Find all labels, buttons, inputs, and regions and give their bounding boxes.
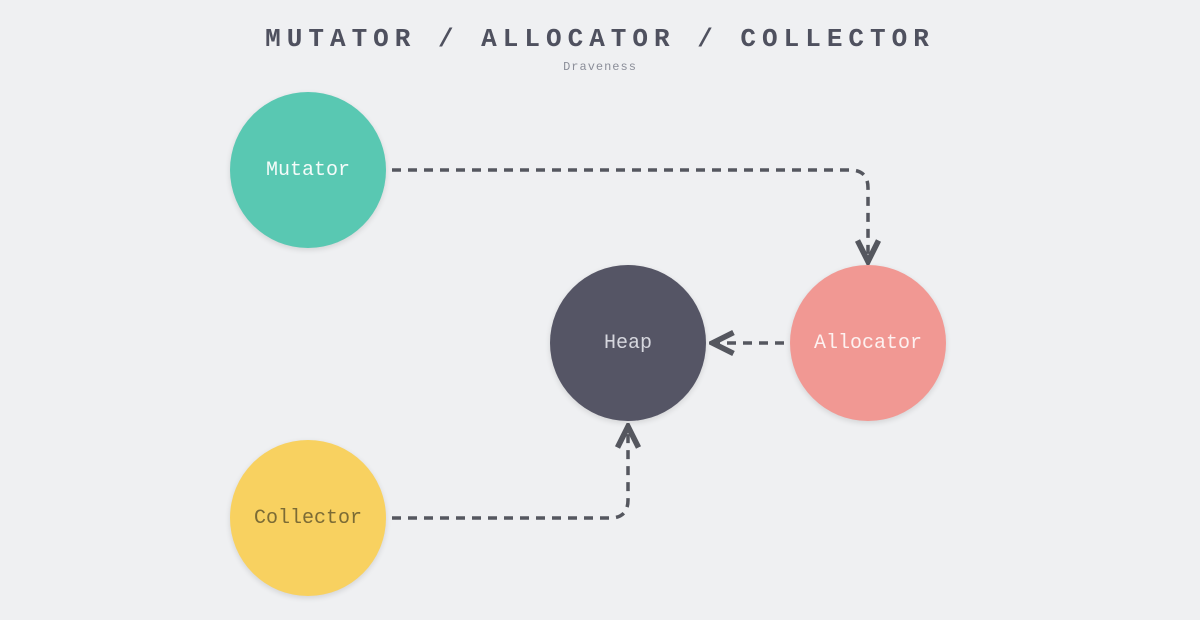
arrow-collector-to-heap — [392, 430, 628, 518]
node-mutator-label: Mutator — [266, 159, 350, 182]
diagram-subtitle: Draveness — [0, 60, 1200, 74]
node-heap-label: Heap — [604, 332, 652, 355]
diagram-title: MUTATOR / ALLOCATOR / COLLECTOR — [0, 0, 1200, 54]
node-collector: Collector — [230, 440, 386, 596]
node-heap: Heap — [550, 265, 706, 421]
node-collector-label: Collector — [254, 507, 362, 530]
node-allocator: Allocator — [790, 265, 946, 421]
arrow-mutator-to-allocator — [392, 170, 868, 258]
node-mutator: Mutator — [230, 92, 386, 248]
node-allocator-label: Allocator — [814, 332, 922, 355]
